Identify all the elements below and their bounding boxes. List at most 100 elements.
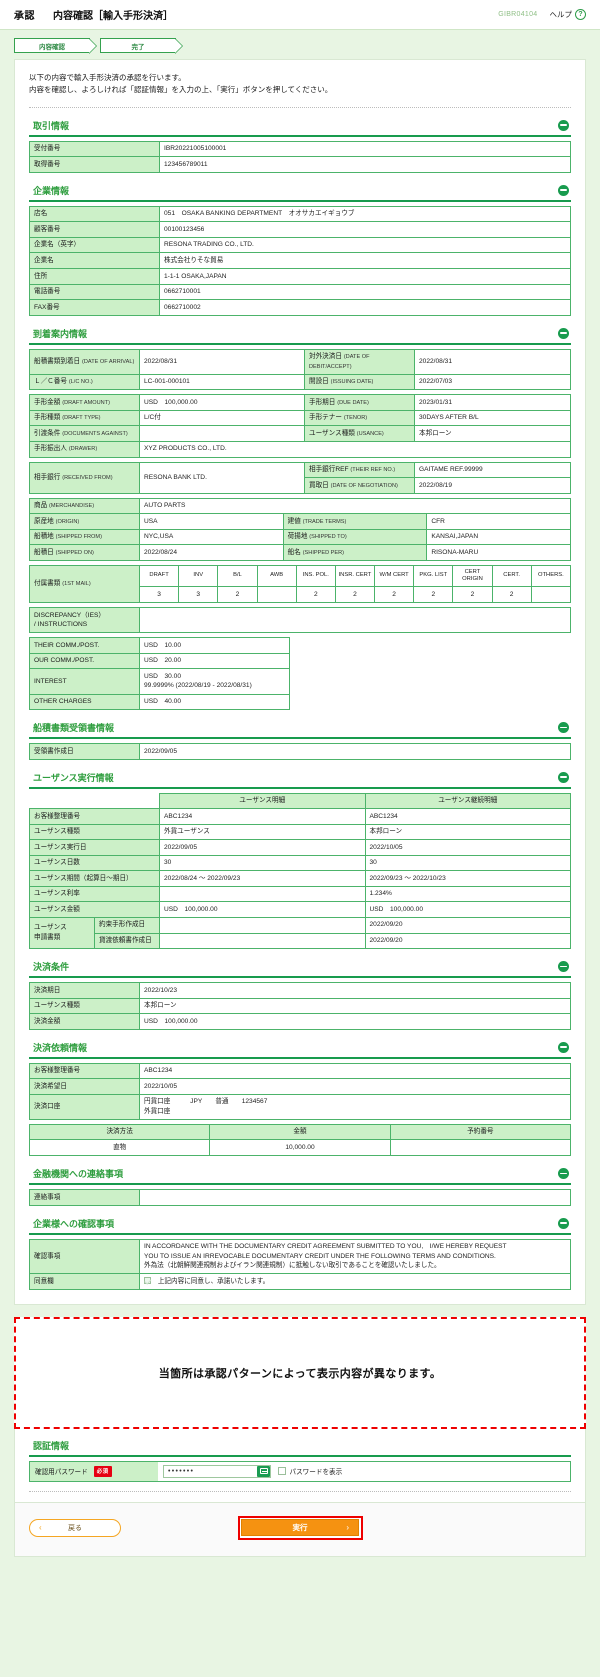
collapse-icon[interactable] (558, 722, 569, 734)
row-label: 船積書類到着日 (DATE OF ARRIVAL) (29, 348, 140, 375)
label-en: (SHIPPED FROM) (55, 534, 102, 541)
row-value: IBR20221005100001 (159, 140, 571, 158)
row-label: 貸渡依頼書作成日 (94, 932, 160, 950)
back-button[interactable]: ‹ 戻る (29, 1518, 121, 1537)
row-label-2: ユーザンス種類 (USANCE) (304, 425, 415, 442)
row-value-2: CFR (426, 513, 571, 530)
row-value: USD 30.00 99.9999% (2022/08/19 - 2022/08… (139, 668, 290, 695)
table-header-row: ユーザンス明細 ユーザンス継続明細 (29, 792, 571, 810)
row-value-2: 2022/10/05 (364, 839, 571, 856)
collapse-icon[interactable] (558, 184, 569, 196)
show-password-checkbox[interactable] (278, 1467, 286, 1475)
row-value-2: 2022/09/23 ～ 2022/10/23 (364, 870, 571, 887)
collapse-icon[interactable] (558, 961, 569, 973)
section-rule (29, 737, 571, 740)
table-row: 連絡事項 (29, 1189, 571, 1206)
row-value-2: 30 (364, 854, 571, 872)
label-en: (DATE OF NEGOTIATION) (330, 482, 398, 489)
label-en: (TENOR) (343, 415, 368, 422)
attached-documents-table: 付属書類 (1ST MAIL) DRAFT INV B/L AWB INS. P… (29, 564, 572, 604)
section-title: 船積書類受領書情報 (33, 723, 115, 734)
row-label-2: 手形期日 (DUE DATE) (304, 394, 415, 411)
collapse-icon[interactable] (558, 119, 569, 131)
collapse-icon[interactable] (558, 327, 569, 339)
collapse-icon[interactable] (558, 1168, 569, 1179)
header-mode-label: 承認 (14, 11, 35, 22)
row-label: 企業名 (29, 252, 160, 270)
collapse-icon[interactable] (558, 1041, 569, 1053)
row-value-2: 本邦ローン (414, 425, 571, 442)
label-jp: 手形種類 (34, 414, 61, 422)
section-header[interactable]: 到着案内情報 (29, 327, 571, 343)
usance-docs-group-label: ユーザンス 申請書類 (29, 916, 95, 950)
row-label: 手形振出人 (DRAWER) (29, 440, 140, 458)
label-en: (RECEIVED FROM) (62, 474, 113, 481)
confirm-password-input[interactable] (163, 1464, 271, 1478)
section-shipping-receipt: 船積書類受領書情報 受領書作成日 2022/09/05 (29, 721, 571, 760)
label-jp: 手形テナー (309, 414, 342, 422)
row-label: 同意欄 (29, 1273, 140, 1290)
label-jp: 荷揚地 (287, 533, 308, 541)
label-en: (DUE DATE) (337, 399, 369, 406)
row-value-1: ABC1234 (159, 808, 366, 825)
row-label: 約束手形作成日 (94, 916, 160, 934)
collapse-icon[interactable] (558, 1217, 569, 1229)
row-value: 00100123456 (159, 221, 571, 238)
collapse-icon[interactable] (558, 771, 569, 783)
row-label: 手形金額 (DRAFT AMOUNT) (29, 394, 140, 411)
row-label: 確認事項 (29, 1238, 140, 1275)
row-value: 051 OSAKA BANKING DEPARTMENT オオサカエイギョウブ (159, 205, 571, 223)
consent-label-text: 上記内容に同意し、承諾いたします。 (157, 1277, 270, 1285)
row-value-1: 外貨ユーザンス (159, 823, 366, 841)
action-bar: ‹ 戻る 実行 › (14, 1502, 586, 1557)
section-rule (29, 786, 571, 789)
label-en: (L/C NO.) (68, 379, 93, 386)
help-button[interactable]: ヘルプ ? (550, 9, 586, 20)
execute-button[interactable]: 実行 › (241, 1519, 359, 1537)
label-en: (SHIPPED PER) (302, 549, 345, 556)
label-jp: 対外決済日 (309, 353, 342, 361)
table-row: 原産地 (ORIGIN) USA 建値 (TRADE TERMS) CFR (29, 513, 571, 530)
row-label: THEIR COMM./POST. (29, 637, 140, 654)
doc-count-cert: 2 (491, 585, 532, 604)
section-header[interactable]: 金融機関への連絡事項 (29, 1167, 571, 1183)
section-header[interactable]: ユーザンス実行情報 (29, 771, 571, 787)
row-value-2: USD 100,000.00 (364, 901, 571, 918)
section-header[interactable]: 決済依頼情報 (29, 1041, 571, 1057)
row-label-2: 買取日 (DATE OF NEGOTIATION) (304, 477, 415, 494)
usance-detail-header: ユーザンス明細 (159, 792, 366, 810)
row-value: USD 40.00 (139, 693, 290, 711)
section-header[interactable]: 企業様への確認事項 (29, 1217, 571, 1233)
discrepancy-table: DISCREPANCY（IES） / INSTRUCTIONS (29, 607, 571, 634)
table-row: 貸渡依頼書作成日 2022/09/20 (30, 932, 571, 950)
section-header[interactable]: 決済条件 (29, 960, 571, 976)
section-rule (29, 1056, 571, 1059)
software-keyboard-icon[interactable] (257, 1465, 270, 1477)
row-label: Ｌ／Ｃ番号 (L/C NO.) (29, 373, 140, 391)
row-label: 原産地 (ORIGIN) (29, 513, 140, 530)
table-row: ユーザンス 申請書類 約束手形作成日 2022/09/20 (29, 916, 571, 950)
row-label: ユーザンス日数 (29, 854, 160, 872)
section-header[interactable]: 船積書類受領書情報 (29, 721, 571, 737)
row-label: ユーザンス種類 (29, 823, 160, 841)
label-jp: 商品 (34, 502, 48, 510)
doc-count-bl: 2 (217, 585, 258, 604)
row-label: 企業名（英字） (29, 236, 160, 254)
label-jp: ユーザンス種類 (309, 429, 355, 437)
execute-button-label: 実行 (292, 1523, 308, 1533)
step-label: 完了 (131, 43, 145, 51)
row-value: 株式会社りそな貿易 (159, 252, 571, 270)
row-value: 2022/10/05 (139, 1078, 571, 1095)
table-row: 引渡条件 (DOCUMENTS AGAINST) ユーザンス種類 (USANCE… (29, 425, 571, 442)
row-value: 2022/08/31 (139, 348, 305, 375)
corner-cell (29, 793, 95, 809)
section-header[interactable]: 企業情報 (29, 184, 571, 200)
label-jp: 船名 (287, 548, 301, 556)
row-value: USD 100,000.00 (139, 1013, 571, 1030)
row-value-2: 30DAYS AFTER B/L (414, 409, 571, 427)
lead-line-2: 内容を確認し、よろしければ「認証情報」を入力の上、「実行」ボタンを押してください… (29, 85, 333, 95)
show-password-toggle[interactable]: パスワードを表示 (278, 1466, 342, 1476)
consent-checkbox[interactable] (144, 1276, 151, 1284)
section-header[interactable]: 取引情報 (29, 119, 571, 135)
row-value: 2022/10/23 (139, 982, 571, 999)
